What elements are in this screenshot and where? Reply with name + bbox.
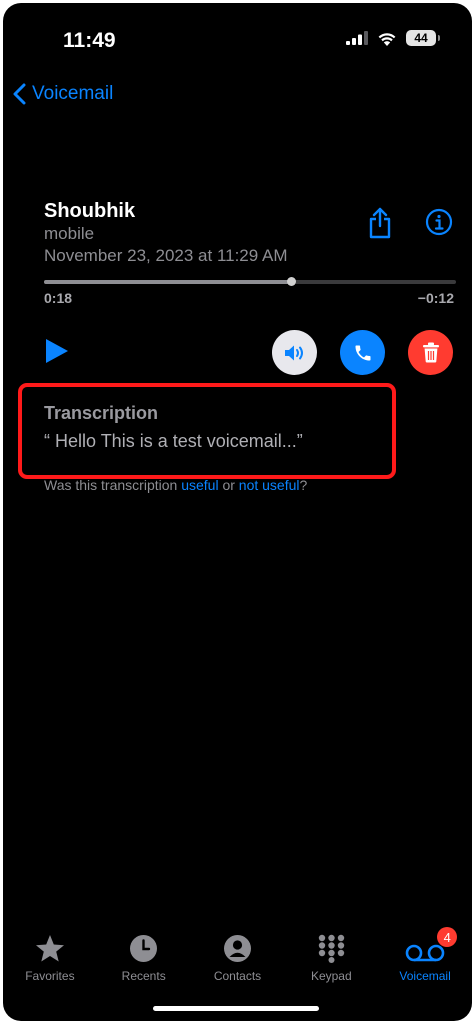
tab-keypad[interactable]: Keypad xyxy=(284,923,378,993)
tab-contacts[interactable]: Contacts xyxy=(191,923,285,993)
speaker-button[interactable] xyxy=(272,330,317,375)
delete-button[interactable] xyxy=(408,330,453,375)
phone-screen: 11:49 44 Voicemail Shoubhik mobile Novem… xyxy=(3,3,472,1021)
tab-label: Contacts xyxy=(213,969,262,983)
speaker-icon xyxy=(284,345,303,360)
status-icons: 44 xyxy=(346,30,440,46)
call-back-button[interactable] xyxy=(340,330,385,375)
share-icon xyxy=(369,207,391,239)
transcription-title: Transcription xyxy=(44,403,159,423)
play-icon xyxy=(46,339,68,363)
phone-icon xyxy=(355,345,370,360)
playback-progress xyxy=(44,280,292,284)
scrubber-handle[interactable] xyxy=(286,277,296,286)
tab-recents[interactable]: Recents xyxy=(97,923,191,993)
transcription-text: “ Hello This is a test voicemail...” xyxy=(44,431,303,451)
status-time: 11:49 xyxy=(63,29,116,52)
star-icon xyxy=(35,935,64,962)
feedback-prefix: Was this transcription xyxy=(44,477,182,493)
info-icon xyxy=(425,208,453,236)
battery-indicator: 44 xyxy=(406,30,440,46)
play-button[interactable] xyxy=(44,337,70,370)
share-button[interactable] xyxy=(367,207,393,244)
home-indicator[interactable] xyxy=(153,1006,319,1011)
person-icon xyxy=(223,935,251,962)
clock-icon xyxy=(130,935,158,962)
transcription-feedback: Was this transcription useful or not use… xyxy=(44,477,307,493)
tab-label: Recents xyxy=(121,969,166,983)
back-label: Voicemail xyxy=(32,83,114,104)
tab-label: Keypad xyxy=(310,969,352,983)
wifi-icon xyxy=(378,32,396,46)
tab-label: Voicemail xyxy=(399,969,451,983)
signal-icon xyxy=(346,31,368,45)
remaining-time: −0:12 xyxy=(417,290,454,306)
back-button[interactable]: Voicemail xyxy=(13,83,113,105)
caller-label: mobile xyxy=(44,224,95,243)
feedback-or: or xyxy=(218,477,239,493)
elapsed-time: 0:18 xyxy=(44,290,73,306)
voicemail-badge: 4 xyxy=(437,927,458,947)
tab-bar: Favorites Recents Contacts Keypad Voicem… xyxy=(3,923,472,993)
voicemail-icon xyxy=(405,944,445,962)
caller-name: Shoubhik xyxy=(44,200,136,222)
battery-level: 44 xyxy=(414,31,428,45)
chevron-left-icon xyxy=(13,83,26,105)
keypad-icon xyxy=(318,934,344,963)
useful-link[interactable]: useful xyxy=(181,477,218,493)
playback-scrubber[interactable] xyxy=(44,277,456,286)
tab-label: Favorites xyxy=(25,969,75,983)
feedback-suffix: ? xyxy=(299,477,308,493)
info-button[interactable] xyxy=(425,208,453,241)
voicemail-date: November 23, 2023 at 11:29 AM xyxy=(44,246,288,265)
tab-favorites[interactable]: Favorites xyxy=(3,923,97,993)
trash-icon xyxy=(422,342,439,363)
tab-voicemail[interactable]: Voicemail 4 xyxy=(378,923,472,993)
not-useful-link[interactable]: not useful xyxy=(239,477,300,493)
